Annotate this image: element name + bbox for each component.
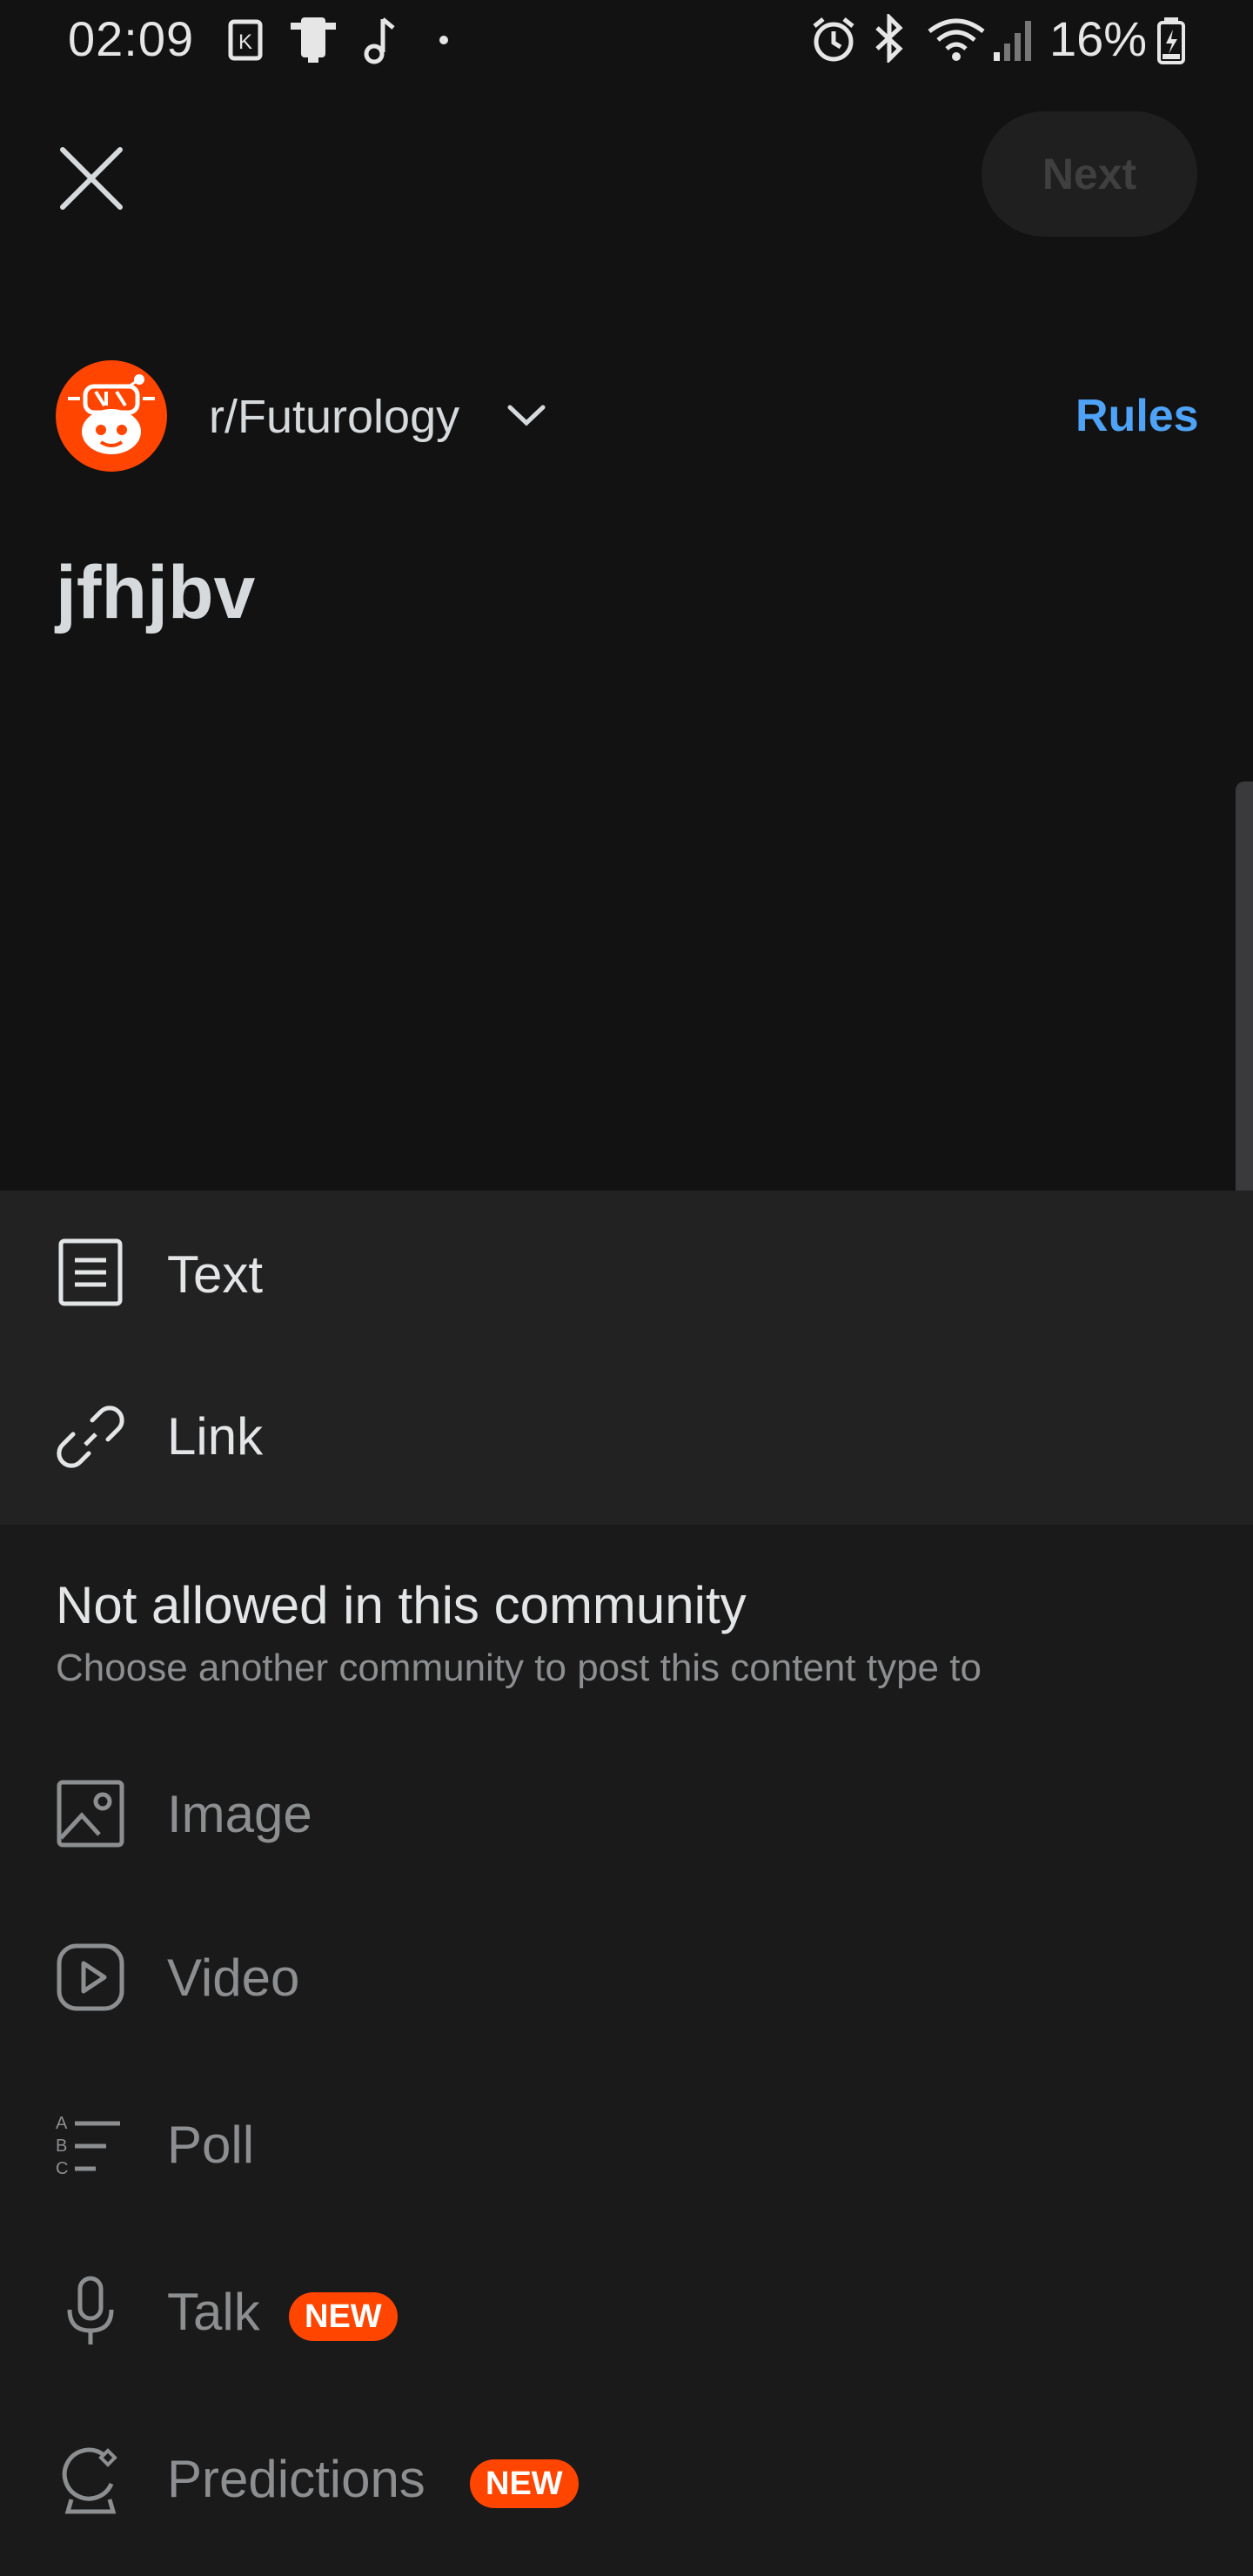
music-note-icon — [364, 17, 395, 64]
alarm-icon — [813, 17, 854, 62]
post-type-predictions: Predictions NEW — [0, 2398, 1253, 2564]
svg-text:K: K — [238, 30, 252, 54]
new-badge: NEW — [470, 2459, 579, 2508]
battery-percent: 16% — [1049, 11, 1148, 66]
post-type-label: Image — [167, 1785, 312, 1843]
status-time: 02:09 — [68, 11, 195, 66]
image-icon — [57, 1780, 124, 1848]
post-type-poll: A B C Poll — [0, 2064, 1253, 2230]
post-type-label: Text — [167, 1245, 264, 1304]
dot-icon — [439, 36, 448, 44]
next-button[interactable]: Next — [982, 111, 1197, 237]
not-allowed-heading: Not allowed in this community — [56, 1576, 747, 1634]
new-badge: NEW — [289, 2292, 398, 2341]
svg-text:B: B — [56, 2137, 67, 2156]
chevron-down-icon[interactable] — [505, 399, 548, 433]
post-type-label: Link — [167, 1407, 264, 1466]
link-icon — [57, 1405, 124, 1468]
scroll-indicator[interactable] — [1236, 782, 1253, 1260]
signal-icon — [994, 21, 1031, 61]
rules-link[interactable]: Rules — [1075, 390, 1199, 442]
video-icon — [57, 1943, 124, 2011]
community-name[interactable]: r/Futurology — [209, 390, 459, 444]
post-type-label: Poll — [167, 2116, 255, 2174]
post-type-label: Talk — [167, 2283, 260, 2341]
phone-icon — [291, 17, 336, 63]
post-type-talk: Talk NEW — [0, 2231, 1253, 2397]
community-avatar[interactable] — [56, 360, 167, 472]
status-bar: 02:09 K 16% — [0, 0, 1253, 84]
post-type-text[interactable]: Text — [0, 1191, 1253, 1356]
not-allowed-subtitle: Choose another community to post this co… — [56, 1647, 982, 1689]
wifi-icon — [928, 18, 985, 61]
svg-text:C: C — [56, 2159, 68, 2178]
close-icon[interactable] — [52, 139, 131, 218]
post-title-input[interactable]: jfhjbv — [56, 550, 255, 636]
k-icon: K — [228, 19, 263, 61]
post-type-label: Video — [167, 1949, 300, 2007]
post-type-sheet: Text Link Not allowed in this community … — [0, 1191, 1253, 2576]
post-type-link[interactable]: Link — [0, 1358, 1253, 1523]
post-type-video: Video — [0, 1897, 1253, 2063]
poll-icon: A B C — [56, 2114, 120, 2178]
bluetooth-icon — [875, 14, 903, 63]
allowed-post-types: Text Link — [0, 1191, 1253, 1525]
text-post-icon — [58, 1238, 123, 1306]
battery-icon — [1157, 17, 1185, 64]
post-type-label: Predictions — [167, 2450, 425, 2508]
microphone-icon — [67, 2276, 114, 2345]
create-post-screen: 02:09 K 16% Next r/Futurology Rules jfhj… — [0, 0, 1253, 2576]
predictions-icon — [62, 2447, 117, 2514]
svg-text:A: A — [56, 2114, 68, 2133]
post-type-image: Image — [0, 1730, 1253, 1895]
